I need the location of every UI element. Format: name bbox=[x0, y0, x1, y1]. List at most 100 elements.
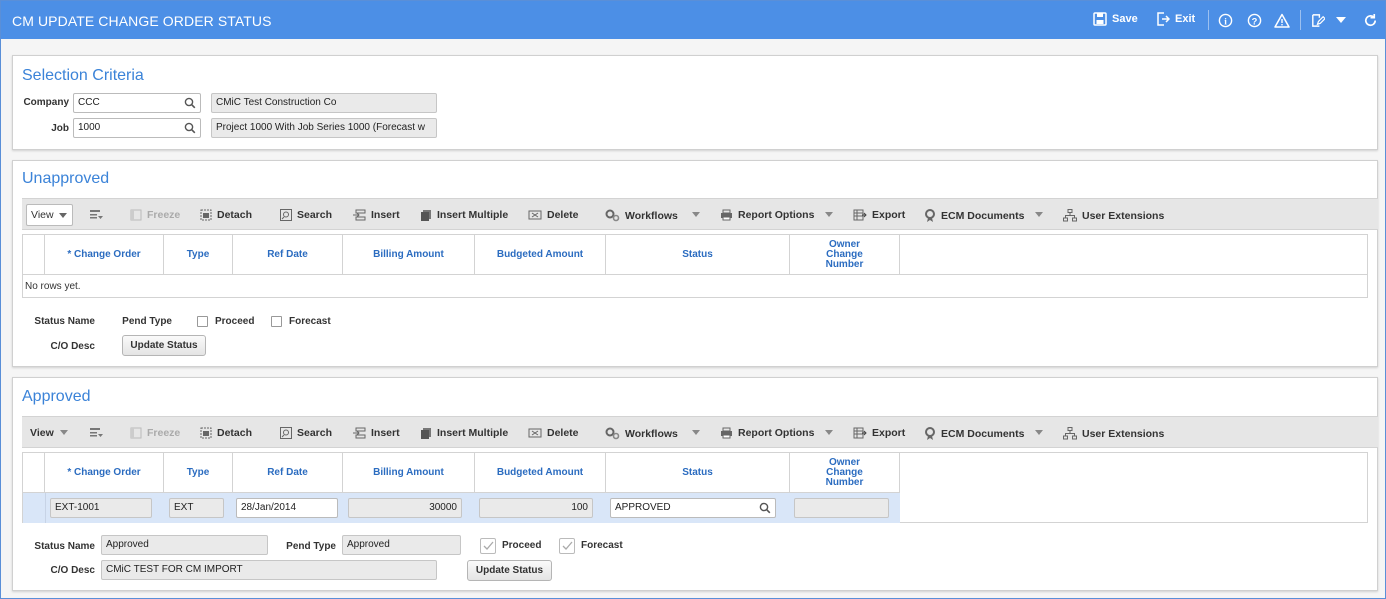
chevron-down-icon[interactable] bbox=[692, 430, 700, 435]
insert-button[interactable]: Insert bbox=[352, 427, 400, 439]
status-input[interactable]: APPROVED bbox=[610, 498, 776, 518]
search-button[interactable]: Search bbox=[280, 427, 332, 439]
ecm-documents-button[interactable]: ECM Documents bbox=[924, 427, 1024, 440]
search-icon[interactable] bbox=[184, 97, 196, 109]
insert-button[interactable]: Insert bbox=[352, 209, 400, 221]
edit-icon[interactable] bbox=[1309, 12, 1325, 28]
change-order-cell[interactable]: EXT-1001 bbox=[50, 498, 152, 518]
insert-multiple-icon bbox=[421, 428, 431, 439]
help-icon[interactable]: ? bbox=[1246, 12, 1262, 28]
workflows-button[interactable]: Workflows bbox=[605, 209, 678, 222]
column-header[interactable]: Status bbox=[606, 453, 790, 492]
delete-label: Delete bbox=[547, 209, 579, 221]
report-options-button[interactable]: Report Options bbox=[720, 427, 814, 439]
proceed-checkbox[interactable] bbox=[197, 316, 208, 327]
format-icon[interactable] bbox=[89, 209, 103, 221]
type-cell[interactable]: EXT bbox=[169, 498, 224, 518]
row-selector-header bbox=[23, 453, 45, 492]
chevron-down-icon[interactable] bbox=[825, 212, 833, 217]
delete-icon bbox=[528, 428, 542, 438]
company-input[interactable]: CCC bbox=[73, 93, 201, 113]
save-button[interactable]: Save bbox=[1093, 12, 1138, 26]
job-input[interactable]: 1000 bbox=[73, 118, 201, 138]
row-selector-header bbox=[23, 235, 45, 274]
proceed-checkbox[interactable] bbox=[480, 538, 496, 554]
column-header[interactable]: Ref Date bbox=[233, 453, 343, 492]
user-extensions-label: User Extensions bbox=[1082, 427, 1165, 440]
insert-label: Insert bbox=[371, 427, 400, 439]
ecm-documents-button[interactable]: ECM Documents bbox=[924, 209, 1024, 222]
detach-icon bbox=[200, 209, 212, 221]
insert-icon bbox=[353, 427, 366, 439]
delete-button[interactable]: Delete bbox=[528, 209, 579, 221]
exit-label: Exit bbox=[1175, 13, 1196, 25]
billing-amount-cell[interactable]: 30000 bbox=[348, 498, 462, 518]
delete-button[interactable]: Delete bbox=[528, 427, 579, 439]
co-desc-field: CMiC TEST FOR CM IMPORT bbox=[101, 560, 437, 580]
column-header[interactable]: Budgeted Amount bbox=[475, 235, 606, 274]
insert-multiple-button[interactable]: Insert Multiple bbox=[420, 427, 508, 439]
section-title: Approved bbox=[22, 388, 91, 405]
column-header[interactable]: Budgeted Amount bbox=[475, 453, 606, 492]
workflows-button[interactable]: Workflows bbox=[605, 427, 678, 440]
warning-icon[interactable] bbox=[1274, 12, 1290, 28]
pend-type-label: Pend Type bbox=[286, 541, 336, 552]
chevron-down-icon[interactable] bbox=[825, 430, 833, 435]
pend-type-field: Approved bbox=[342, 535, 461, 555]
update-status-button[interactable]: Update Status bbox=[467, 560, 552, 581]
view-menu[interactable]: View bbox=[26, 204, 73, 226]
column-header[interactable]: Billing Amount bbox=[343, 235, 475, 274]
forecast-checkbox[interactable] bbox=[271, 316, 282, 327]
company-value: CCC bbox=[78, 97, 100, 108]
detach-button[interactable]: Detach bbox=[200, 209, 252, 221]
report-options-button[interactable]: Report Options bbox=[720, 209, 814, 221]
column-header[interactable]: Owner Change Number bbox=[790, 453, 900, 492]
chevron-down-icon[interactable] bbox=[692, 212, 700, 217]
insert-multiple-button[interactable]: Insert Multiple bbox=[420, 209, 508, 221]
chevron-down-icon[interactable] bbox=[1035, 430, 1043, 435]
search-label: Search bbox=[297, 209, 333, 221]
owner-change-number-cell[interactable] bbox=[794, 498, 889, 518]
column-header[interactable]: Type bbox=[164, 453, 233, 492]
chevron-down-icon[interactable] bbox=[1333, 12, 1349, 28]
detach-button[interactable]: Detach bbox=[200, 427, 252, 439]
view-menu[interactable]: View bbox=[30, 427, 54, 439]
freeze-icon bbox=[130, 209, 142, 221]
export-button[interactable]: Export bbox=[853, 427, 905, 439]
chevron-down-icon[interactable] bbox=[1035, 212, 1043, 217]
update-status-button[interactable]: Update Status bbox=[122, 335, 206, 356]
exit-icon bbox=[1157, 12, 1170, 26]
search-icon[interactable] bbox=[759, 502, 771, 514]
column-header[interactable]: Status bbox=[606, 235, 790, 274]
ref-date-input[interactable]: 28/Jan/2014 bbox=[236, 498, 338, 518]
status-name-label: Status Name bbox=[34, 316, 95, 327]
exit-button[interactable]: Exit bbox=[1156, 12, 1195, 26]
chevron-down-icon[interactable] bbox=[60, 430, 68, 435]
co-desc-label: C/O Desc bbox=[50, 565, 95, 576]
app-window: CM UPDATE CHANGE ORDER STATUS Save Exit … bbox=[0, 0, 1386, 599]
proceed-label: Proceed bbox=[215, 316, 255, 327]
budgeted-amount-cell[interactable]: 100 bbox=[479, 498, 593, 518]
column-header[interactable]: Type bbox=[164, 235, 233, 274]
column-header[interactable]: Billing Amount bbox=[343, 453, 475, 492]
column-header[interactable]: Owner Change Number bbox=[790, 235, 900, 274]
search-icon[interactable] bbox=[184, 122, 196, 134]
selection-criteria-panel: Selection Criteria Company CCC CMiC Test… bbox=[12, 55, 1378, 150]
refresh-icon[interactable] bbox=[1362, 12, 1378, 28]
freeze-button[interactable]: Freeze bbox=[130, 209, 180, 221]
table-row[interactable]: EXT-1001 EXT 28/Jan/2014 30000 100 APPRO… bbox=[23, 492, 900, 523]
info-icon[interactable]: i bbox=[1217, 12, 1233, 28]
freeze-button[interactable]: Freeze bbox=[130, 427, 180, 439]
export-button[interactable]: Export bbox=[853, 209, 905, 221]
column-header[interactable]: * Change Order bbox=[45, 453, 164, 492]
chevron-down-icon bbox=[59, 213, 67, 218]
column-header[interactable]: Ref Date bbox=[233, 235, 343, 274]
search-button[interactable]: Search bbox=[280, 209, 332, 221]
user-extensions-button[interactable]: User Extensions bbox=[1063, 209, 1164, 222]
freeze-label: Freeze bbox=[147, 427, 181, 439]
delete-label: Delete bbox=[547, 427, 579, 439]
column-header[interactable]: * Change Order bbox=[45, 235, 164, 274]
forecast-checkbox[interactable] bbox=[559, 538, 575, 554]
format-icon[interactable] bbox=[89, 427, 103, 439]
user-extensions-button[interactable]: User Extensions bbox=[1063, 427, 1164, 440]
